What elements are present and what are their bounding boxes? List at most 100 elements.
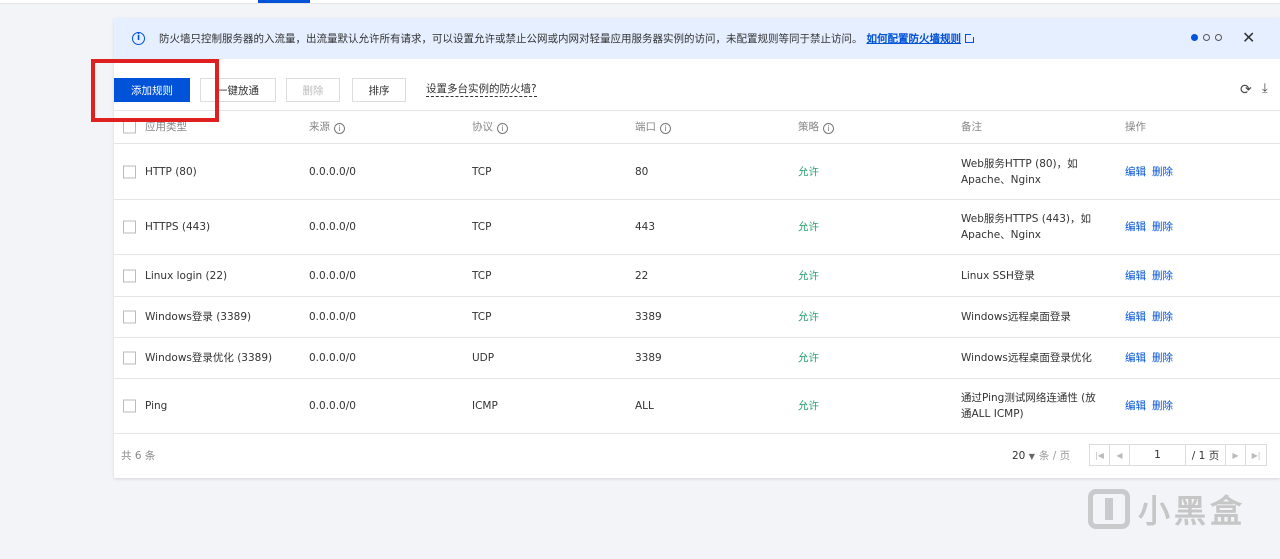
cell-type: Windows登录优化 (3389) [145,352,273,364]
rules-table: 应用类型 来源 i 协议 i 端口 i 策略 i 备注 操作 HTTP (80) 0.0… [114,110,1280,434]
cell-note: Windows远程桌面登录 [961,311,1071,323]
total-count: 共 6 条 [121,450,156,462]
notice-message: 防火墙只控制服务器的入流量，出流量默认允许所有请求，可以设置允许或禁止公网或内网… [159,33,863,45]
edit-link[interactable]: 编辑 [1125,352,1146,364]
external-link-icon[interactable] [965,32,976,43]
total-pages: / 1 页 [1186,445,1226,465]
cell-port: 443 [635,221,656,233]
cell-policy: 允许 [798,352,819,364]
table-row: HTTPS (443) 0.0.0.0/0 TCP 443 允许 Web服务HT… [114,200,1280,255]
cell-source: 0.0.0.0/0 [309,400,356,412]
prev-page-icon[interactable]: ◀ [1110,445,1130,465]
edit-link[interactable]: 编辑 [1125,221,1146,233]
page-size-select[interactable]: 20 ▼ 条 / 页 [1012,448,1070,463]
cell-note: 通过Ping测试网络连通性 (放通ALL ICMP) [961,392,1096,420]
table-header: 应用类型 来源 i 协议 i 端口 i 策略 i 备注 操作 [114,110,1280,144]
col-protocol: 协议 i [472,119,508,135]
help-icon[interactable]: i [497,123,508,134]
cell-type: HTTP (80) [145,165,197,178]
cell-port: 22 [635,269,649,282]
watermark: 小黑盒 [1088,486,1246,532]
notice-help-link[interactable]: 如何配置防火墙规则 [867,33,962,45]
cell-policy: 允许 [798,400,819,412]
row-checkbox[interactable] [123,220,136,234]
col-policy-label: 策略 [798,121,819,133]
first-page-icon[interactable]: |◀ [1090,445,1110,465]
col-port: 端口 i [635,119,671,135]
cell-source: 0.0.0.0/0 [309,269,356,282]
download-icon[interactable]: ⤓ [1262,81,1268,97]
watermark-text: 小黑盒 [1138,492,1247,530]
cell-protocol: TCP [472,221,492,233]
col-note: 备注 [961,121,982,133]
chevron-down-icon: ▼ [1028,452,1035,461]
row-checkbox[interactable] [123,399,136,413]
row-checkbox[interactable] [123,351,136,365]
edit-link[interactable]: 编辑 [1125,166,1146,178]
next-page-icon[interactable]: ▶ [1226,445,1246,465]
table-row: HTTP (80) 0.0.0.0/0 TCP 80 允许 Web服务HTTP … [114,144,1280,200]
col-ops: 操作 [1125,121,1146,133]
help-icon[interactable]: i [823,123,834,134]
page-input[interactable]: 1 [1130,445,1186,465]
last-page-icon[interactable]: ▶| [1246,445,1266,465]
row-checkbox[interactable] [123,269,136,282]
heybox-logo-icon [1088,489,1130,529]
add-rule-button[interactable]: 添加规则 [114,78,190,102]
firewall-panel: i 防火墙只控制服务器的入流量，出流量默认允许所有请求，可以设置允许或禁止公网或… [114,18,1280,478]
cell-note: Windows远程桌面登录优化 [961,352,1092,364]
close-icon[interactable]: ✕ [1242,28,1255,48]
cell-protocol: TCP [472,311,492,323]
cell-note: Web服务HTTPS (443)，如Apache、Nginx [961,213,1091,241]
edit-link[interactable]: 编辑 [1125,270,1146,282]
cell-port: ALL [635,400,654,412]
cell-type: Linux login (22) [145,269,228,282]
carousel-dot[interactable] [1203,34,1210,41]
cell-ops: 编辑 删除 [1125,268,1179,284]
cell-source: 0.0.0.0/0 [309,221,356,233]
edit-link[interactable]: 编辑 [1125,311,1146,323]
row-checkbox[interactable] [123,165,136,178]
delete-link[interactable]: 删除 [1152,270,1173,282]
table-footer: 共 6 条 20 ▼ 条 / 页 |◀ ◀ 1 / 1 页 ▶ ▶| [114,440,1280,468]
cell-ops: 编辑 删除 [1125,309,1179,325]
cell-ops: 编辑 删除 [1125,398,1179,414]
col-type: 应用类型 [145,121,187,133]
sort-button[interactable]: 排序 [352,78,406,102]
delete-link[interactable]: 删除 [1152,352,1173,364]
one-click-open-button[interactable]: 一键放通 [200,78,276,102]
cell-ops: 编辑 删除 [1125,164,1179,180]
active-tab-indicator [258,0,310,3]
cell-policy: 允许 [798,221,819,233]
cell-protocol: TCP [472,165,492,178]
col-protocol-label: 协议 [472,121,493,133]
delete-link[interactable]: 删除 [1152,311,1173,323]
cell-source: 0.0.0.0/0 [309,165,356,178]
delete-link[interactable]: 删除 [1152,166,1173,178]
delete-link[interactable]: 删除 [1152,400,1173,412]
col-port-label: 端口 [635,121,656,133]
table-row: Ping 0.0.0.0/0 ICMP ALL 允许 通过Ping测试网络连通性… [114,379,1280,434]
delete-button[interactable]: 删除 [286,78,340,102]
cell-source: 0.0.0.0/0 [309,352,356,364]
page-size-value: 20 [1012,450,1026,462]
help-icon[interactable]: i [660,123,671,134]
cell-ops: 编辑 删除 [1125,350,1179,366]
cell-port: 3389 [635,352,662,364]
refresh-icon[interactable]: ⟳ [1240,82,1252,98]
edit-link[interactable]: 编辑 [1125,400,1146,412]
cell-type: Ping [145,400,168,412]
select-all-checkbox[interactable] [123,120,136,134]
carousel-dot[interactable] [1215,34,1222,41]
multi-instance-firewall-link[interactable]: 设置多台实例的防火墙? [426,83,537,97]
carousel-dots[interactable] [1191,34,1222,41]
table-row: Windows登录 (3389) 0.0.0.0/0 TCP 3389 允许 W… [114,297,1280,338]
cell-ops: 编辑 删除 [1125,219,1179,235]
cell-note: Linux SSH登录 [961,269,1035,282]
delete-link[interactable]: 删除 [1152,221,1173,233]
help-icon[interactable]: i [334,123,345,134]
page-size-unit: 条 / 页 [1038,450,1071,462]
pagination: |◀ ◀ 1 / 1 页 ▶ ▶| [1089,444,1267,466]
row-checkbox[interactable] [123,310,136,324]
carousel-dot[interactable] [1191,34,1198,41]
